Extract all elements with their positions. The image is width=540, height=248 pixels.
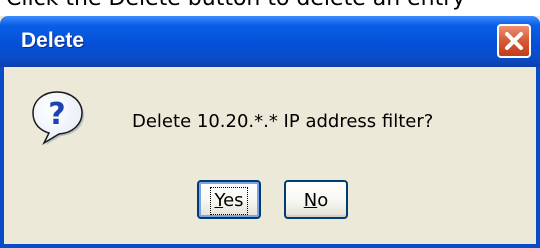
partial-top-text-strip: Click the Delete button to delete an ent…	[0, 0, 540, 14]
dialog-titlebar[interactable]: Delete	[0, 16, 540, 67]
no-label-rest: o	[317, 190, 329, 211]
dialog-frame-right	[536, 67, 540, 248]
dialog-frame-left	[0, 67, 4, 248]
dialog-title: Delete	[21, 29, 85, 52]
close-icon	[505, 32, 523, 50]
dialog-frame-bottom	[0, 244, 540, 248]
close-button[interactable]	[497, 24, 531, 58]
delete-confirmation-dialog: Delete ? Delete 10.20.*.* IP address fil…	[0, 16, 540, 248]
svg-text:?: ?	[48, 97, 65, 132]
no-mnemonic: N	[303, 190, 318, 211]
screenshot-stage: Click the Delete button to delete an ent…	[0, 0, 540, 248]
question-mark-icon: ?	[32, 91, 84, 145]
yes-button[interactable]: Yes	[197, 180, 261, 219]
yes-label-rest: es	[223, 190, 244, 211]
dialog-message: Delete 10.20.*.* IP address filter?	[132, 111, 434, 132]
yes-mnemonic: Y	[214, 190, 224, 211]
no-button-label: No	[300, 187, 332, 215]
yes-button-label: Yes	[210, 187, 248, 215]
partial-top-text: Click the Delete button to delete an ent…	[6, 0, 465, 12]
no-button[interactable]: No	[284, 180, 348, 219]
